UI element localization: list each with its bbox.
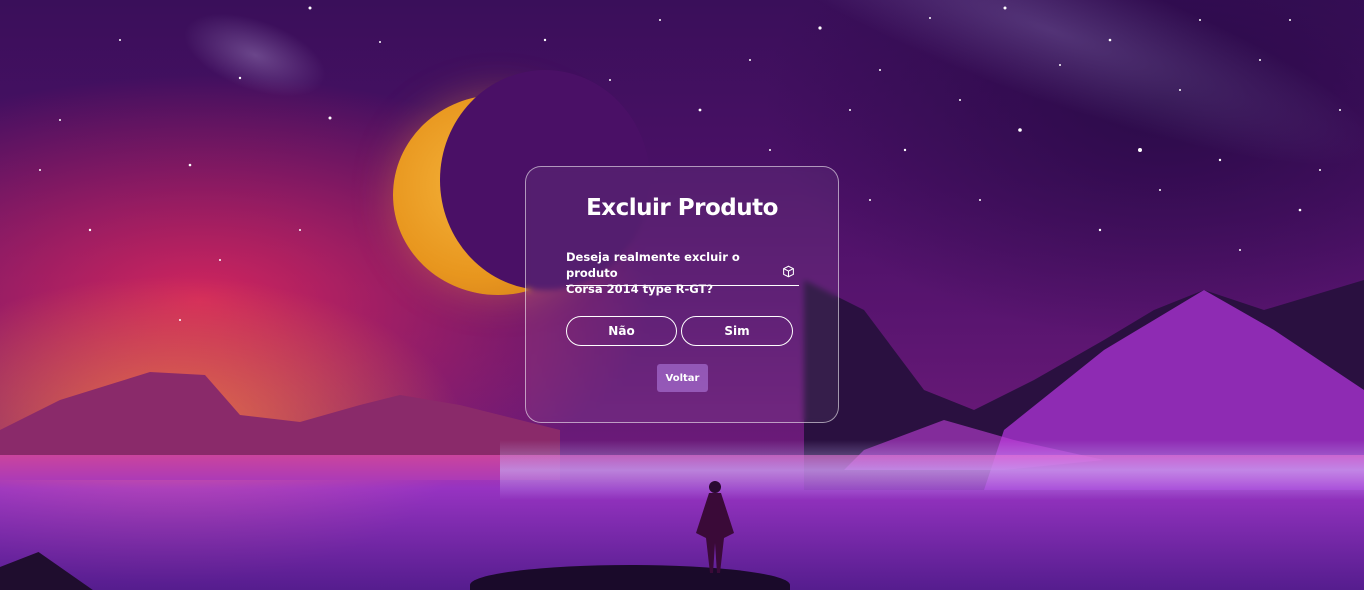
confirm-message: Deseja realmente excluir o produto Corsa… xyxy=(566,249,781,297)
yes-button[interactable]: Sim xyxy=(681,316,793,346)
back-button[interactable]: Voltar xyxy=(657,364,708,392)
cube-icon xyxy=(782,263,795,278)
confirm-message-line1: Deseja realmente excluir o produto xyxy=(566,250,740,280)
confirm-message-line2: Corsa 2014 type R-GT? xyxy=(566,282,714,296)
no-button[interactable]: Não xyxy=(566,316,677,346)
product-field[interactable]: Deseja realmente excluir o produto Corsa… xyxy=(566,249,799,296)
person-silhouette xyxy=(696,481,734,573)
delete-product-dialog: Excluir Produto Deseja realmente excluir… xyxy=(525,166,839,423)
dialog-title: Excluir Produto xyxy=(586,195,778,221)
